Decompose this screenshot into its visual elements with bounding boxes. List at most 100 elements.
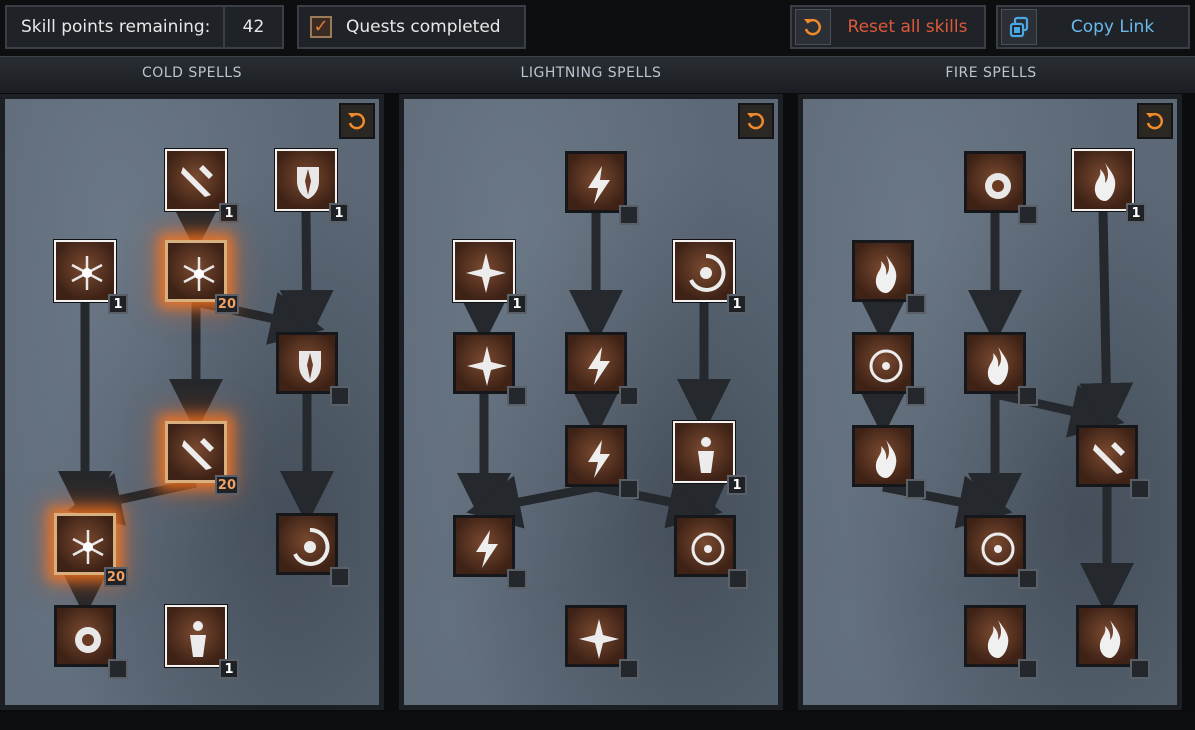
skill-rank	[619, 659, 639, 679]
skill-node[interactable]: 1	[53, 239, 128, 314]
reset-icon	[795, 9, 831, 45]
energy-shield-icon	[674, 515, 736, 577]
skill-node[interactable]	[852, 332, 926, 406]
skill-rank	[728, 569, 748, 589]
copy-link-label: Copy Link	[1070, 17, 1155, 37]
skill-node[interactable]	[453, 332, 527, 406]
skill-rank	[1018, 569, 1038, 589]
fire-mastery-icon	[964, 605, 1026, 667]
ice-blast-icon	[165, 240, 227, 302]
blaze-icon	[964, 332, 1026, 394]
prerequisite-arrow	[67, 473, 197, 526]
skill-rank	[1018, 205, 1038, 225]
prerequisite-arrow	[1079, 210, 1134, 437]
skill-node[interactable]	[674, 515, 748, 589]
skill-rank: 20	[103, 567, 128, 587]
skill-rank: 1	[727, 294, 747, 314]
skill-rank: 1	[507, 294, 527, 314]
quests-completed-toggle[interactable]: ✓ Quests completed	[297, 5, 526, 49]
shiver-armor-icon	[276, 332, 338, 394]
skill-node[interactable]	[1076, 605, 1150, 679]
copy-icon	[1001, 9, 1037, 45]
skill-node[interactable]	[1076, 425, 1150, 499]
skill-rank	[330, 386, 350, 406]
skill-node[interactable]	[54, 605, 128, 679]
prerequisite-arrow	[195, 292, 325, 345]
skill-node[interactable]	[964, 151, 1038, 225]
frozen-armor-icon	[274, 148, 338, 212]
glacial-spike-icon	[165, 421, 227, 483]
skill-rank	[330, 567, 350, 587]
hydra-icon	[1076, 605, 1138, 667]
quests-checkbox[interactable]: ✓	[310, 16, 332, 38]
skill-node[interactable]	[964, 605, 1038, 679]
skill-rank: 1	[727, 475, 747, 495]
cold-spells-panel: 1 1 1 20 20 20 1	[0, 94, 384, 710]
skill-node[interactable]	[565, 605, 639, 679]
skill-rank	[108, 659, 128, 679]
warmth-icon	[1071, 148, 1135, 212]
skill-points-value: 42	[223, 7, 282, 47]
skill-rank	[619, 205, 639, 225]
nova-icon	[453, 332, 515, 394]
skill-rank: 1	[108, 294, 128, 314]
skill-node[interactable]	[565, 151, 639, 225]
skill-rank: 1	[1126, 203, 1146, 223]
skill-rank	[906, 386, 926, 406]
skill-rank: 1	[219, 659, 239, 679]
skill-rank	[1018, 659, 1038, 679]
skill-node[interactable]	[852, 240, 926, 314]
prerequisite-arrow	[466, 475, 597, 529]
charged-bolt-icon	[565, 151, 627, 213]
skill-node[interactable]	[276, 513, 350, 587]
teleport-icon	[672, 420, 736, 484]
skill-node[interactable]: 1	[672, 420, 747, 495]
skill-node[interactable]: 1	[452, 239, 527, 314]
skill-node[interactable]: 1	[672, 239, 747, 314]
reset-all-skills-button[interactable]: Reset all skills	[790, 5, 986, 49]
tab-fire-spells[interactable]: FIRE SPELLS	[796, 65, 1186, 81]
frost-nova-icon	[53, 239, 117, 303]
skill-rank	[906, 294, 926, 314]
skill-node[interactable]	[852, 425, 926, 499]
skill-node[interactable]	[453, 515, 527, 589]
static-field-icon	[452, 239, 516, 303]
skill-rank	[507, 386, 527, 406]
copy-link-button[interactable]: Copy Link	[996, 5, 1190, 49]
skill-node[interactable]	[964, 332, 1038, 406]
cold-mastery-icon	[164, 604, 228, 668]
skill-node[interactable]	[964, 515, 1038, 589]
skill-rank	[619, 386, 639, 406]
skill-tree-header: COLD SPELLS LIGHTNING SPELLS FIRE SPELLS	[0, 56, 1195, 94]
frozen-orb-icon	[54, 605, 116, 667]
skill-node[interactable]: 20	[54, 513, 128, 587]
thunder-storm-icon	[453, 515, 515, 577]
skill-node[interactable]: 20	[165, 240, 239, 314]
skill-rank	[507, 569, 527, 589]
prerequisite-arrow	[595, 475, 723, 529]
skill-rank	[906, 479, 926, 499]
skill-node[interactable]	[276, 332, 350, 406]
top-bar: Skill points remaining: 42 ✓ Quests comp…	[0, 0, 1195, 56]
skill-rank: 1	[329, 203, 349, 223]
skill-node[interactable]: 1	[164, 148, 239, 223]
skill-node[interactable]	[565, 332, 639, 406]
ice-bolt-icon	[164, 148, 228, 212]
skill-node[interactable]: 20	[165, 421, 239, 495]
skill-rank: 20	[214, 294, 239, 314]
lightning-icon	[565, 332, 627, 394]
tab-lightning-spells[interactable]: LIGHTNING SPELLS	[396, 65, 786, 81]
skill-node[interactable]: 1	[164, 604, 239, 679]
skill-node[interactable]	[565, 425, 639, 499]
prerequisite-arrow	[279, 210, 334, 344]
chain-lightning-icon	[565, 425, 627, 487]
skill-node[interactable]: 1	[1071, 148, 1146, 223]
prerequisite-arrow	[882, 475, 1013, 529]
skill-node[interactable]: 1	[274, 148, 349, 223]
reset-all-label: Reset all skills	[847, 17, 968, 37]
blizzard-icon	[54, 513, 116, 575]
skill-points-label: Skill points remaining:	[21, 17, 211, 37]
telekinesis-icon	[672, 239, 736, 303]
fire-spells-panel: 1	[798, 94, 1182, 710]
tab-cold-spells[interactable]: COLD SPELLS	[0, 65, 387, 81]
